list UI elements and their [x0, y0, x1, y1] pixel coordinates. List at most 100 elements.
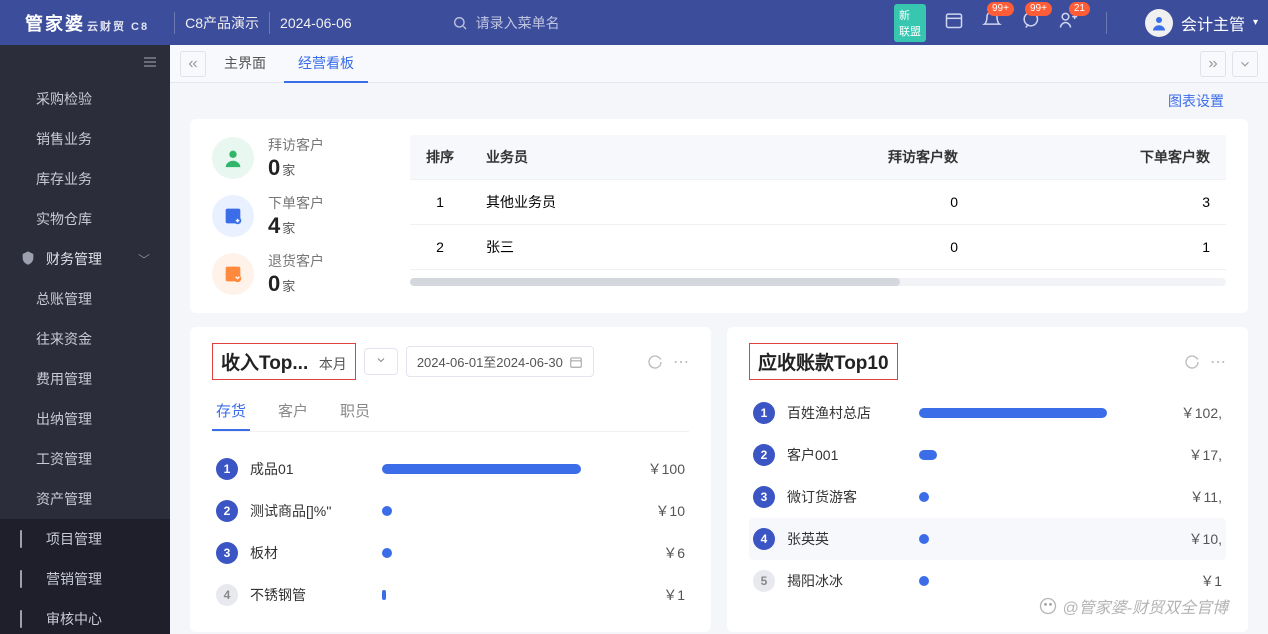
- income-top-panel: 收入Top... 本月 2024-06-01至2024-06-30 ⋯: [190, 327, 711, 632]
- menu-search[interactable]: 请录入菜单名: [452, 13, 560, 33]
- more-icon[interactable]: ⋯: [1210, 352, 1226, 372]
- bell-icon[interactable]: 99+: [982, 10, 1002, 35]
- divider: [174, 12, 175, 34]
- sidebar-item[interactable]: 总账管理: [0, 279, 170, 319]
- stat-value: 0家: [268, 155, 324, 181]
- rank-number: 2: [753, 444, 775, 466]
- rank-item[interactable]: 1 成品01 ￥100: [212, 448, 689, 490]
- sidebar-item[interactable]: 资产管理: [0, 479, 170, 519]
- avatar: [1145, 9, 1173, 37]
- sidebar-collapse-button[interactable]: [0, 45, 170, 79]
- sidebar-item[interactable]: 库存业务: [0, 159, 170, 199]
- sidebar-item[interactable]: 实物仓库: [0, 199, 170, 239]
- rank-number: 2: [216, 500, 238, 522]
- sidebar-item[interactable]: 项目管理: [0, 519, 170, 559]
- cell: 3: [974, 180, 1226, 225]
- stat-value: 0家: [268, 271, 324, 297]
- stat-value: 4家: [268, 213, 324, 239]
- period-dropdown[interactable]: [364, 348, 398, 375]
- sidebar-item[interactable]: 财务管理﹀: [0, 239, 170, 279]
- search-placeholder: 请录入菜单名: [476, 13, 560, 33]
- sidebar-item[interactable]: 出纳管理: [0, 399, 170, 439]
- refresh-icon[interactable]: [1184, 354, 1200, 370]
- tab-more-button[interactable]: [1232, 51, 1258, 77]
- header-date: 2024-06-06: [280, 15, 352, 31]
- cell: 1: [974, 225, 1226, 270]
- cell: 0: [722, 225, 974, 270]
- rank-item[interactable]: 2 客户001 ￥17,: [749, 434, 1226, 476]
- sidebar-item[interactable]: 销售业务: [0, 119, 170, 159]
- tab-next-button[interactable]: [1200, 51, 1226, 77]
- tab-main[interactable]: 主界面: [210, 45, 280, 83]
- rank-bar: [382, 548, 603, 558]
- sidebar-item[interactable]: 工资管理: [0, 439, 170, 479]
- rank-bar: [382, 464, 603, 474]
- badge: 99+: [987, 2, 1014, 16]
- sub-tab[interactable]: 职员: [336, 392, 374, 431]
- user-add-icon[interactable]: 21: [1058, 10, 1078, 35]
- sub-tab[interactable]: 客户: [274, 392, 312, 431]
- chevron-down-icon: [375, 354, 387, 366]
- table-row[interactable]: 2张三01: [410, 225, 1226, 270]
- table-scrollbar[interactable]: [410, 278, 1226, 286]
- sidebar-item[interactable]: 采购检验: [0, 79, 170, 119]
- date-range-picker[interactable]: 2024-06-01至2024-06-30: [406, 346, 594, 377]
- rank-bar: [919, 408, 1140, 418]
- rank-item[interactable]: 1 百姓渔村总店 ￥102,: [749, 392, 1226, 434]
- rank-value: ￥10,: [1152, 529, 1222, 549]
- column-header: 拜访客户数: [722, 135, 974, 180]
- calendar-icon[interactable]: [944, 10, 964, 35]
- rank-bar: [919, 576, 1140, 586]
- rank-item[interactable]: 4 不锈钢管 ￥1: [212, 574, 689, 616]
- sidebar-item-label: 实物仓库: [36, 209, 92, 229]
- rank-item[interactable]: 3 微订货游客 ￥11,: [749, 476, 1226, 518]
- panel-title: 应收账款Top10: [749, 343, 898, 380]
- sidebar-item[interactable]: 费用管理: [0, 359, 170, 399]
- stat-label: 拜访客户: [268, 135, 324, 155]
- refresh-icon[interactable]: [647, 354, 663, 370]
- rank-number: 3: [753, 486, 775, 508]
- cell: 2: [410, 225, 470, 270]
- sub-tab[interactable]: 存货: [212, 392, 250, 431]
- stat-icon: [212, 195, 254, 237]
- stat-label: 下单客户: [268, 193, 324, 213]
- visit-table: 排序业务员拜访客户数下单客户数 1其他业务员032张三01: [410, 135, 1226, 270]
- collapse-icon: [142, 55, 158, 69]
- rank-item[interactable]: 2 测试商品[]%'' ￥10: [212, 490, 689, 532]
- chat-icon[interactable]: 99+: [1020, 10, 1040, 35]
- rank-number: 4: [753, 528, 775, 550]
- sidebar-item[interactable]: 往来资金: [0, 319, 170, 359]
- rank-item[interactable]: 4 张英英 ￥10,: [749, 518, 1226, 560]
- rank-name: 板材: [250, 543, 370, 563]
- search-icon: [452, 15, 468, 31]
- stat-row: 退货客户 0家: [212, 251, 392, 297]
- table-row[interactable]: 1其他业务员03: [410, 180, 1226, 225]
- rank-value: ￥17,: [1152, 445, 1222, 465]
- chart-settings-link[interactable]: 图表设置: [1168, 93, 1224, 109]
- cell: 0: [722, 180, 974, 225]
- stat-row: 下单客户 4家: [212, 193, 392, 239]
- promo-icon[interactable]: 新联盟: [894, 4, 926, 42]
- rank-number: 1: [753, 402, 775, 424]
- scrollbar-thumb[interactable]: [410, 278, 900, 286]
- rank-bar: [919, 492, 1140, 502]
- rank-item[interactable]: 3 板材 ￥6: [212, 532, 689, 574]
- tab-dashboard[interactable]: 经营看板: [284, 45, 368, 83]
- chevron-down-icon: [1238, 57, 1252, 71]
- sidebar-item-label: 出纳管理: [36, 409, 92, 429]
- rank-item[interactable]: 5 揭阳冰冰 ￥1: [749, 560, 1226, 602]
- rank-name: 客户001: [787, 445, 907, 465]
- badge: 99+: [1025, 2, 1052, 16]
- sidebar-item[interactable]: 审核中心: [0, 599, 170, 634]
- sidebar-item-label: 审核中心: [46, 609, 102, 629]
- tab-prev-button[interactable]: [180, 51, 206, 77]
- cell: 张三: [470, 225, 722, 270]
- sidebar-item-label: 财务管理: [46, 249, 102, 269]
- sidebar-item[interactable]: 营销管理: [0, 559, 170, 599]
- sidebar-item-label: 项目管理: [46, 529, 102, 549]
- column-header: 排序: [410, 135, 470, 180]
- menu-icon: [20, 611, 36, 627]
- user-menu[interactable]: 会计主管 ▾: [1145, 9, 1258, 37]
- more-icon[interactable]: ⋯: [673, 352, 689, 372]
- stat-icon: [212, 253, 254, 295]
